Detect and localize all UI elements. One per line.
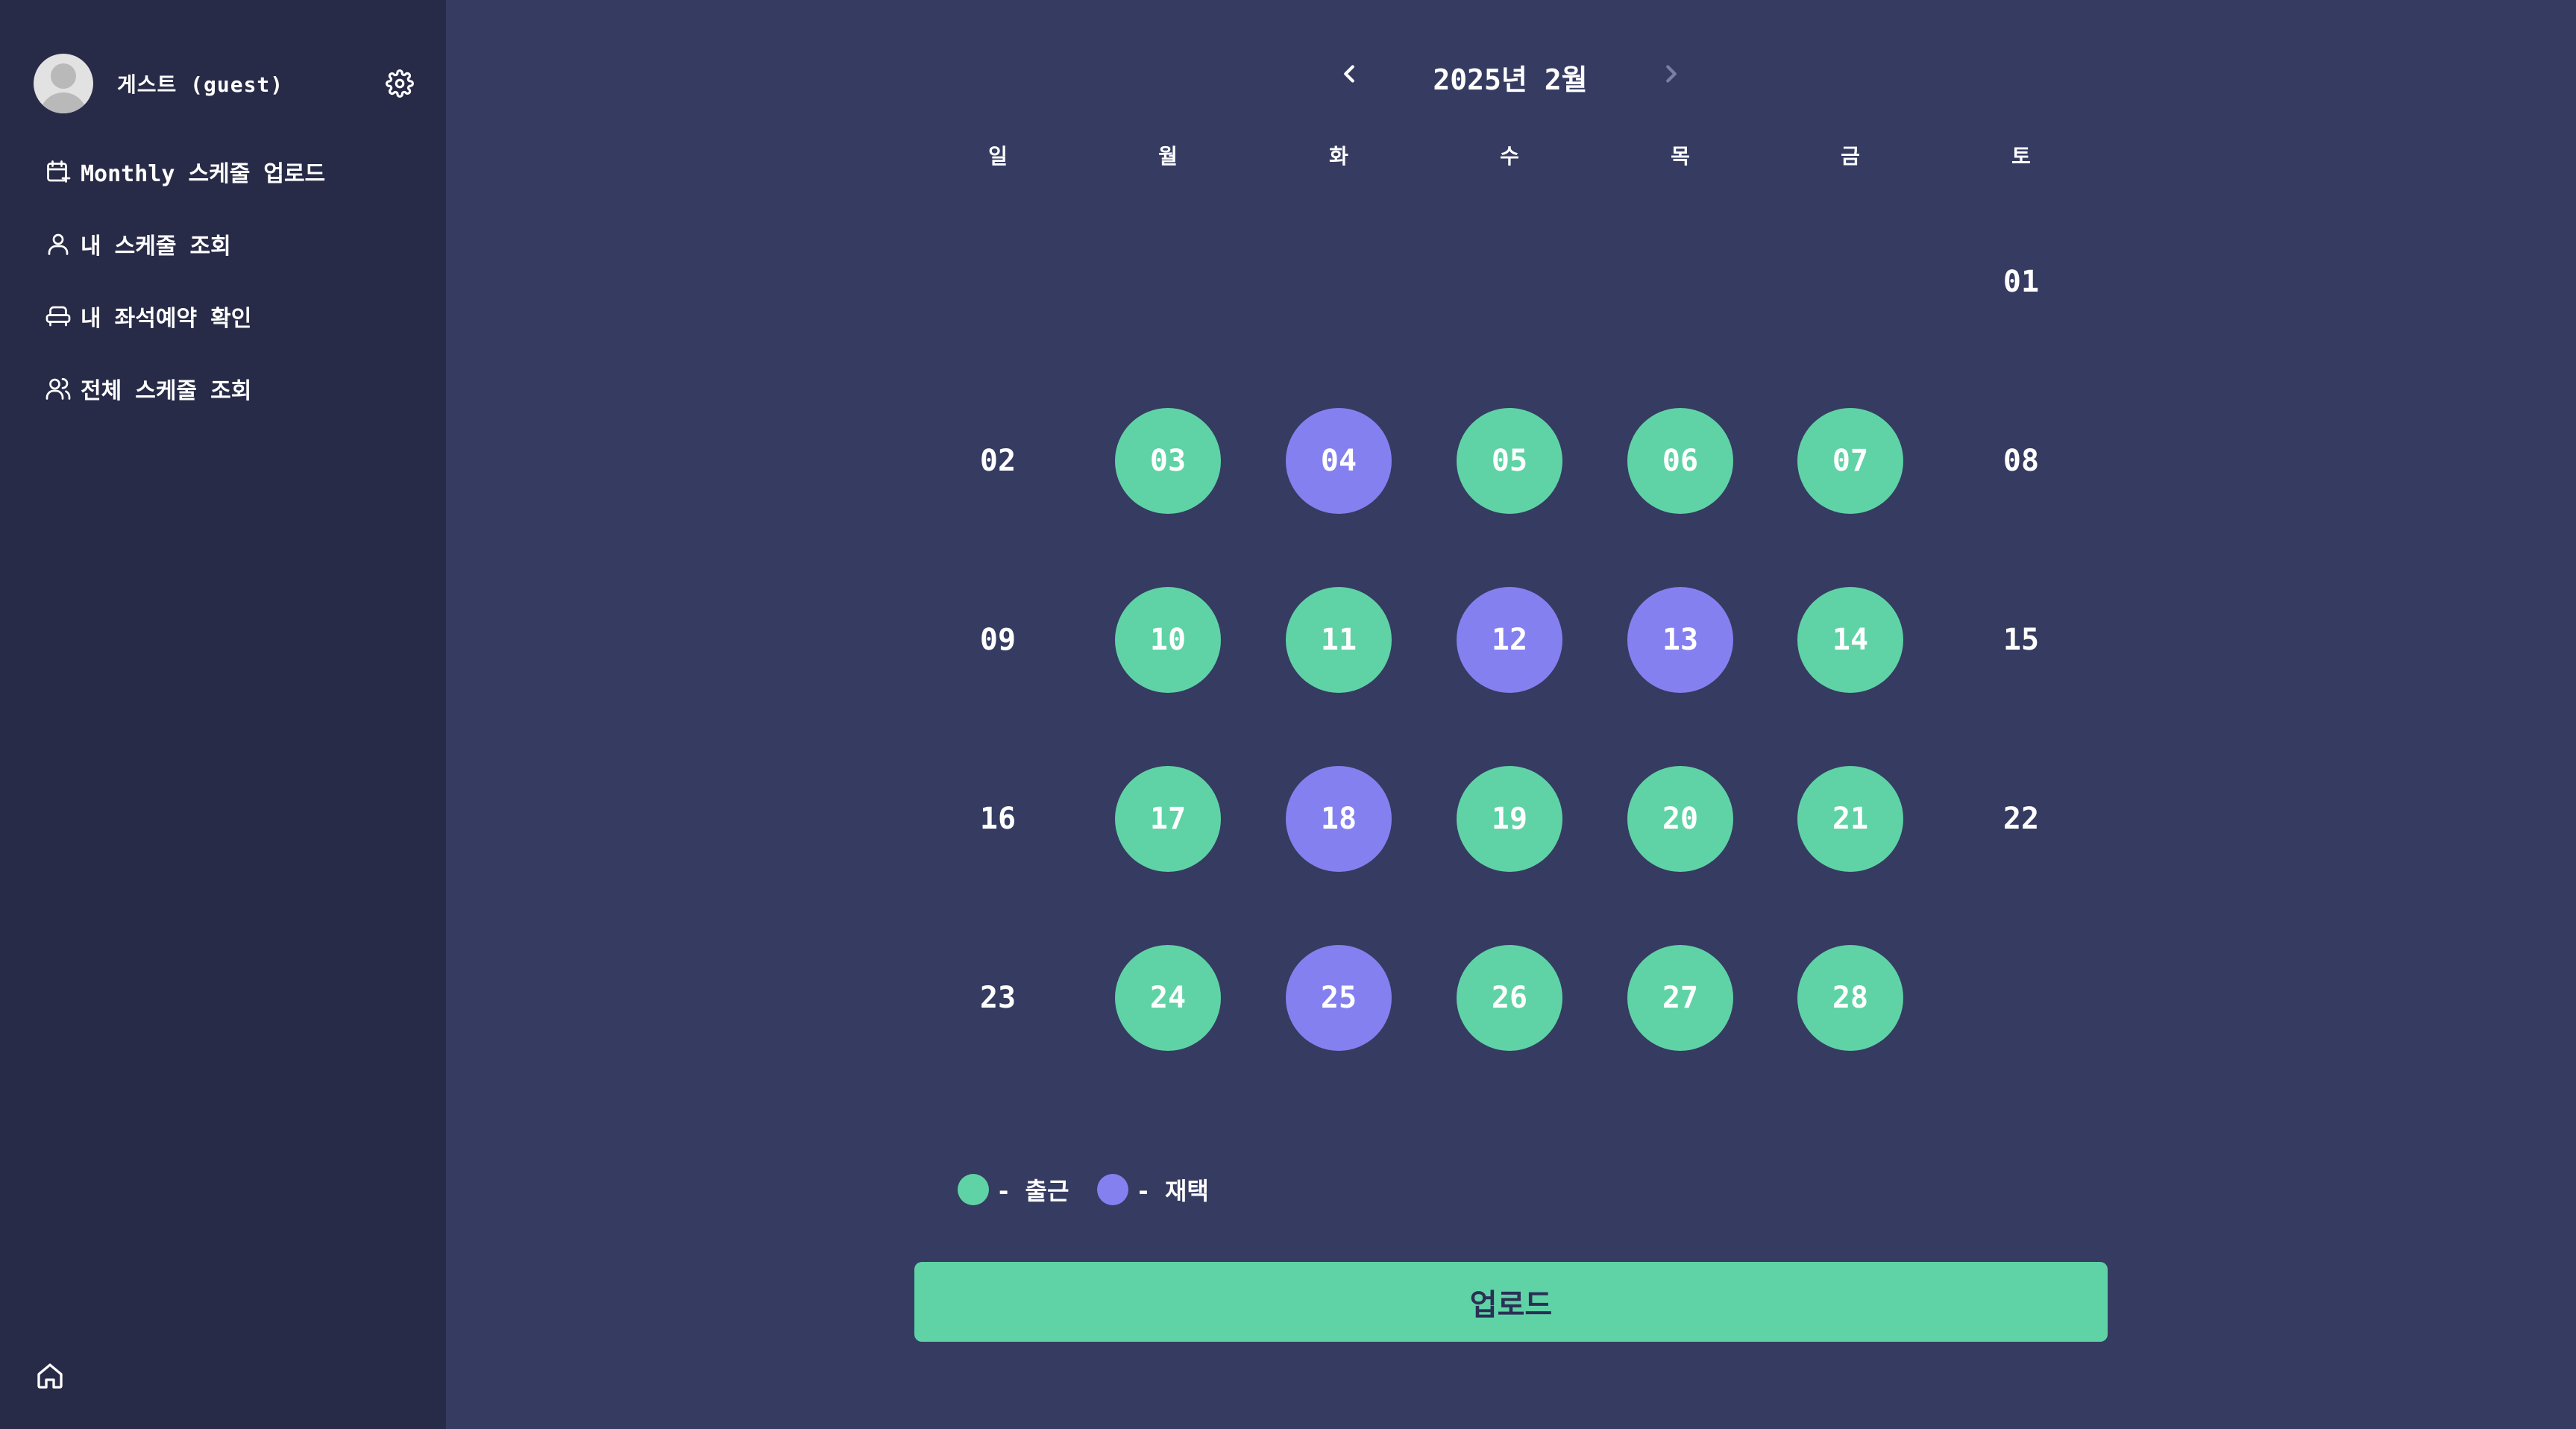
calendar-day[interactable]: 15: [1968, 587, 2074, 693]
calendar-day[interactable]: 10: [1115, 587, 1221, 693]
calendar-day[interactable]: 26: [1457, 945, 1562, 1051]
calendar-day[interactable]: 27: [1627, 945, 1733, 1051]
calendar-day[interactable]: 11: [1286, 587, 1392, 693]
calendar-day[interactable]: 18: [1286, 766, 1392, 872]
home-icon[interactable]: [35, 1361, 65, 1391]
calendar-day[interactable]: 13: [1627, 587, 1733, 693]
calendar-day[interactable]: 02: [945, 408, 1051, 514]
weekday-mon: 월: [1158, 144, 1178, 169]
calendar-day[interactable]: 16: [945, 766, 1051, 872]
user-avatar-icon[interactable]: [34, 54, 93, 113]
calendar-day[interactable]: 07: [1797, 408, 1903, 514]
sidebar-item-my-schedule[interactable]: 내 스케줄 조회: [45, 227, 418, 260]
profile: 게스트 (guest): [34, 53, 414, 114]
month-title: 2025년 2월: [1433, 63, 1588, 96]
sidebar-item-all-schedule[interactable]: 전체 스케줄 조회: [45, 372, 418, 405]
calendar-day[interactable]: 09: [945, 587, 1051, 693]
sidebar-item-label: Monthly 스케줄 업로드: [81, 161, 326, 187]
calendar-day[interactable]: 01: [1968, 229, 2074, 335]
sidebar-item-label: 내 좌석예약 확인: [81, 306, 252, 332]
sidebar: 게스트 (guest) Monthly 스케줄 업로드 내 스케줄 조회 내 좌…: [0, 0, 446, 1429]
calendar-plus-icon: [47, 160, 71, 183]
calendar-day[interactable]: 22: [1968, 766, 2074, 872]
calendar-day[interactable]: 24: [1115, 945, 1221, 1051]
month-navigator: 2025년 2월: [1335, 49, 1686, 98]
calendar-day[interactable]: 20: [1627, 766, 1733, 872]
weekday-header: 일 월 화 수 목 금 토: [913, 140, 2106, 173]
upload-button[interactable]: 업로드: [914, 1262, 2108, 1342]
weekday-sat: 토: [2011, 144, 2031, 169]
seat-icon: [45, 306, 71, 327]
weekday-thu: 목: [1671, 144, 1690, 169]
sidebar-item-monthly-upload[interactable]: Monthly 스케줄 업로드: [45, 155, 418, 188]
calendar-day[interactable]: 12: [1457, 587, 1562, 693]
legend-remote: - 재택: [1097, 1172, 1209, 1207]
calendar-day[interactable]: 21: [1797, 766, 1903, 872]
calendar-day[interactable]: 05: [1457, 408, 1562, 514]
chevron-right-icon[interactable]: [1657, 60, 1686, 88]
calendar-day[interactable]: 08: [1968, 408, 2074, 514]
users-icon: [45, 377, 71, 400]
legend-remote-dot: [1097, 1174, 1129, 1205]
calendar-day[interactable]: 25: [1286, 945, 1392, 1051]
sidebar-nav: Monthly 스케줄 업로드 내 스케줄 조회 내 좌석예약 확인 전체 스케…: [45, 155, 418, 445]
sidebar-item-label: 전체 스케줄 조회: [81, 378, 252, 404]
weekday-tue: 화: [1329, 144, 1348, 169]
legend-remote-label: - 재택: [1136, 1177, 1209, 1205]
calendar-day[interactable]: 23: [945, 945, 1051, 1051]
user-icon: [48, 233, 69, 255]
weekday-sun: 일: [988, 144, 1008, 169]
calendar-day[interactable]: 14: [1797, 587, 1903, 693]
calendar-day[interactable]: 17: [1115, 766, 1221, 872]
legend-office-label: - 출근: [996, 1177, 1069, 1205]
calendar-day[interactable]: 04: [1286, 408, 1392, 514]
calendar-day[interactable]: 06: [1627, 408, 1733, 514]
sidebar-item-my-seat[interactable]: 내 좌석예약 확인: [45, 300, 418, 333]
calendar-day[interactable]: 19: [1457, 766, 1562, 872]
calendar-day[interactable]: 28: [1797, 945, 1903, 1051]
profile-name: 게스트 (guest): [117, 72, 284, 97]
legend-office-dot: [958, 1174, 989, 1205]
weekday-fri: 금: [1841, 144, 1860, 169]
gear-icon[interactable]: [386, 69, 414, 98]
calendar-day[interactable]: 03: [1115, 408, 1221, 514]
sidebar-item-label: 내 스케줄 조회: [81, 233, 231, 260]
legend-office: - 출근: [958, 1172, 1069, 1207]
legend: - 출근 - 재택: [958, 1171, 1237, 1208]
weekday-wed: 수: [1500, 144, 1519, 169]
